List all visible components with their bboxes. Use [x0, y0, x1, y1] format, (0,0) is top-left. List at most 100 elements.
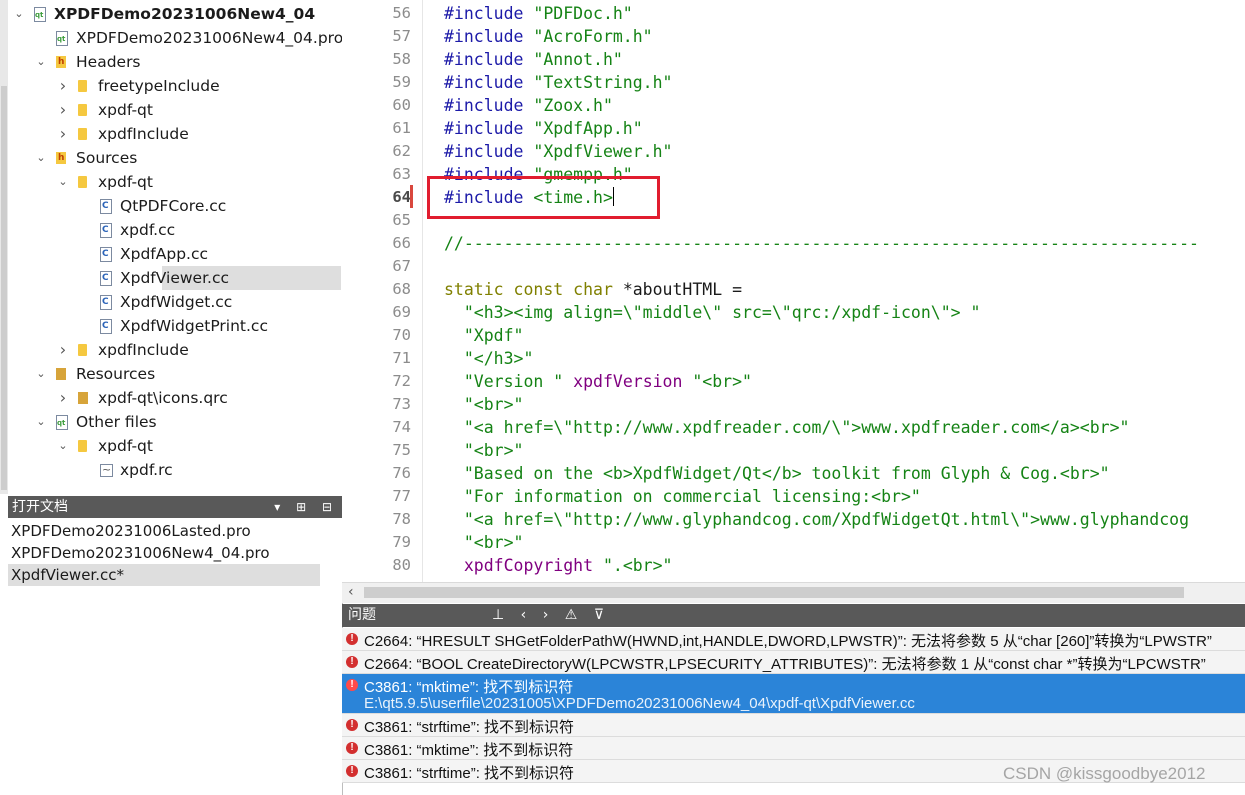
issue-row[interactable]: ! C3861: “mktime”: 找不到标识符 E:\qt5.9.5\userf… — [342, 674, 1245, 714]
chevron-down-icon[interactable]: ⌄ — [56, 170, 70, 194]
resources-folder-icon — [56, 368, 66, 380]
line-number: 79 — [392, 533, 411, 551]
code-token: "PDFDoc.h" — [533, 4, 633, 23]
issues-toolbar[interactable]: ⊥ ‹ › ⚠ ⊽ — [492, 604, 610, 627]
tree-item[interactable]: › xpdf-qt — [8, 98, 341, 122]
code-token: *aboutHTML = — [622, 280, 743, 299]
code-line[interactable]: #include "XpdfApp.h" — [444, 117, 643, 140]
scrollbar-thumb[interactable] — [1, 86, 7, 490]
code-token: "<br>" — [463, 441, 524, 460]
tree-item[interactable]: xpdf.cc — [8, 218, 341, 242]
chevron-right-icon[interactable]: › — [56, 98, 70, 122]
highlight-annotation-box — [427, 176, 660, 219]
tree-item[interactable]: ⌄ Resources — [8, 362, 341, 386]
code-line[interactable]: #include "XpdfViewer.h" — [444, 140, 672, 163]
tree-item[interactable]: XpdfApp.cc — [8, 242, 341, 266]
tree-item[interactable]: ⌄ Headers — [8, 50, 341, 74]
tree-item[interactable]: › freetypeInclude — [8, 74, 341, 98]
tree-item[interactable]: › xpdf-qt\icons.qrc — [8, 386, 341, 410]
code-token: #include — [444, 50, 534, 69]
tree-item[interactable]: ⌄ Sources — [8, 146, 341, 170]
chevron-right-icon[interactable]: › — [56, 386, 70, 410]
tree-item-label: xpdfInclude — [98, 125, 189, 143]
code-line[interactable]: #include "Annot.h" — [444, 48, 623, 71]
tree-item-label: xpdf-qt — [98, 437, 153, 455]
issue-row[interactable]: ! C2664: “BOOL CreateDirectoryW(LPCWSTR,L… — [342, 651, 1245, 674]
chevron-down-icon[interactable]: ⌄ — [34, 410, 48, 434]
headers-folder-icon — [56, 50, 66, 74]
code-line[interactable]: #include "AcroForm.h" — [444, 25, 653, 48]
code-line[interactable]: "<br>" — [444, 531, 524, 554]
code-line[interactable]: "<a href=\"http://www.xpdfreader.com/\">… — [444, 416, 1130, 439]
code-line[interactable]: xpdfCopyright ".<br>" — [444, 554, 673, 577]
issues-panel-header: 问题 ⊥ ‹ › ⚠ ⊽ — [342, 604, 1245, 627]
tree-item[interactable]: XpdfWidget.cc — [8, 290, 341, 314]
code-line[interactable]: "<h3><img align=\"middle\" src=\"qrc:/xp… — [444, 301, 981, 324]
tree-item[interactable]: XpdfViewer.cc — [100, 266, 341, 290]
tree-item-label: XPDFDemo20231006New4_04 — [54, 5, 316, 23]
tree-item[interactable]: › xpdfInclude — [8, 338, 341, 362]
open-document-item[interactable]: XPDFDemo20231006Lasted.pro — [8, 520, 320, 542]
chevron-down-icon[interactable]: ⌄ — [34, 50, 48, 74]
code-token: "<a href=\"http://www.xpdfreader.com/\">… — [463, 418, 1130, 437]
code-line[interactable]: "Version " xpdfVersion "<br>" — [444, 370, 752, 393]
code-token: #include — [444, 27, 534, 46]
issue-row[interactable]: ! C2664: “HRESULT SHGetFolderPathW(HWND,i… — [342, 628, 1245, 651]
code-line[interactable]: #include "PDFDoc.h" — [444, 2, 633, 25]
project-tree-scrollbar[interactable] — [0, 0, 8, 494]
code-line[interactable]: "<br>" — [444, 393, 524, 416]
code-line[interactable]: "Based on the <b>XpdfWidget/Qt</b> toolk… — [444, 462, 1110, 485]
code-token: ".<br>" — [593, 556, 673, 575]
tree-item[interactable]: ⌄ xpdf-qt — [8, 170, 341, 194]
tree-item[interactable]: ⌄ xpdf-qt — [8, 434, 341, 458]
tree-item[interactable]: ⌄ Other files — [8, 410, 341, 435]
tree-item-label: xpdf.cc — [120, 221, 176, 239]
cpp-file-icon — [100, 290, 112, 314]
code-line[interactable]: "Xpdf" — [444, 324, 524, 347]
issue-file-path[interactable]: E:\qt5.9.5\userfile\20231005\XPDFDemo202… — [364, 695, 915, 712]
code-line[interactable]: //--------------------------------------… — [444, 232, 1199, 255]
tree-item[interactable]: ⌄ XPDFDemo20231006New4_04 — [8, 2, 341, 27]
sources-folder-icon — [56, 146, 66, 170]
issue-row[interactable]: ! C3861: “mktime”: 找不到标识符 — [342, 737, 1245, 760]
code-token: "<br>" — [463, 395, 524, 414]
error-icon: ! — [346, 742, 358, 754]
open-document-item[interactable]: XPDFDemo20231006New4_04.pro — [8, 542, 320, 564]
tree-item[interactable]: › xpdfInclude — [8, 122, 341, 146]
code-line[interactable]: "For information on commercial licensing… — [444, 485, 921, 508]
tree-item[interactable]: QtPDFCore.cc — [8, 194, 341, 218]
tree-item-label: Other files — [76, 413, 157, 431]
chevron-down-icon[interactable]: ⌄ — [34, 146, 48, 170]
line-number: 64 — [392, 188, 411, 206]
code-token: "</h3>" — [463, 349, 534, 368]
open-documents-controls[interactable]: ▾ ⊞ ⊟ — [274, 496, 338, 518]
chevron-right-icon[interactable]: › — [56, 122, 70, 146]
code-line[interactable]: static const char *aboutHTML = — [444, 278, 742, 301]
code-line[interactable]: "<a href=\"http://www.glyphandcog.com/Xp… — [444, 508, 1189, 531]
code-token: "AcroForm.h" — [533, 27, 653, 46]
tree-item[interactable]: XpdfWidgetPrint.cc — [8, 314, 341, 338]
open-documents-title: 打开文档 — [12, 499, 68, 515]
chevron-right-icon[interactable]: › — [56, 338, 70, 362]
chevron-down-icon[interactable]: ⌄ — [56, 434, 70, 458]
folder-icon — [78, 344, 87, 356]
tree-item[interactable]: XPDFDemo20231006New4_04.pro — [8, 26, 343, 51]
open-document-item[interactable]: XpdfViewer.cc* — [8, 564, 320, 586]
scroll-left-icon[interactable]: ‹ — [348, 584, 354, 600]
code-line[interactable]: "<br>" — [444, 439, 524, 462]
chevron-down-icon[interactable]: ⌄ — [34, 362, 48, 386]
code-editor[interactable]: 56 57 58 59 60 61 62 63 64 65 66 67 68 69 70 71 72 73 74 75… — [342, 0, 1245, 582]
code-token: #include — [444, 73, 534, 92]
chevron-down-icon[interactable]: ⌄ — [12, 2, 26, 26]
code-line[interactable]: "</h3>" — [444, 347, 534, 370]
tree-item[interactable]: xpdf.rc — [8, 458, 341, 482]
code-line[interactable]: #include "Zoox.h" — [444, 94, 613, 117]
scrollbar-thumb[interactable] — [364, 587, 1184, 598]
editor-horizontal-scrollbar[interactable]: ‹ — [342, 582, 1245, 603]
line-number: 62 — [392, 142, 411, 160]
chevron-right-icon[interactable]: › — [56, 74, 70, 98]
code-line[interactable]: #include "TextString.h" — [444, 71, 672, 94]
issue-row[interactable]: ! C3861: “strftime”: 找不到标识符 — [342, 714, 1245, 737]
code-token: "<h3><img align=\"middle\" src=\"qrc:/xp… — [463, 303, 981, 322]
